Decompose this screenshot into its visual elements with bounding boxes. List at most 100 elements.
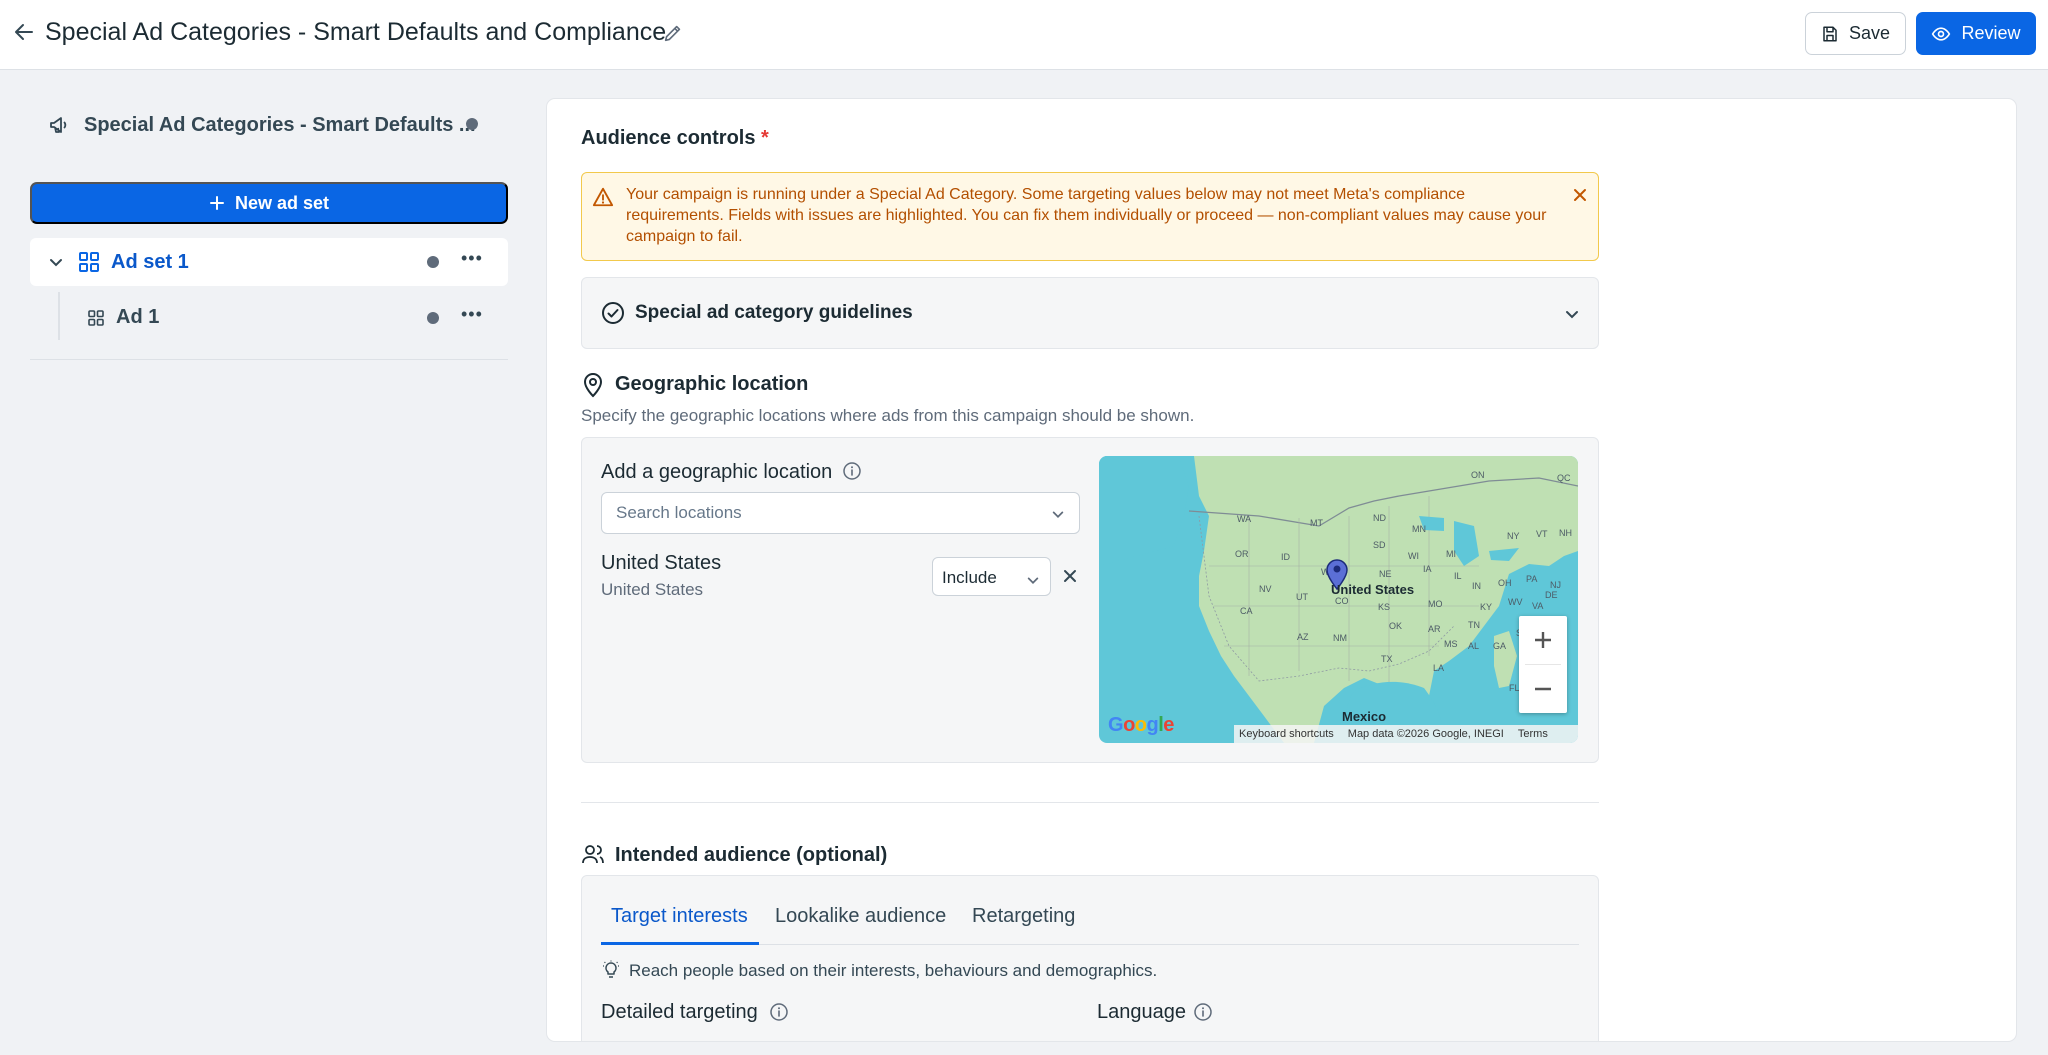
map-label: FL <box>1509 683 1520 693</box>
guidelines-accordion[interactable]: Special ad category guidelines <box>581 277 1599 349</box>
lightbulb-icon <box>601 960 621 985</box>
map-label: WI <box>1408 551 1419 561</box>
detailed-targeting-label: Detailed targeting <box>601 1001 758 1023</box>
map-attribution: Keyboard shortcuts Map data ©2026 Google… <box>1234 725 1578 743</box>
ad-set-status-dot <box>427 256 439 268</box>
audience-card: Audience controls * Your campaign is run… <box>546 98 2017 1042</box>
ad-set-item[interactable]: Ad set 1 ••• <box>30 238 508 286</box>
grid-icon <box>78 251 100 278</box>
ad-set-label: Ad set 1 <box>111 251 189 273</box>
compliance-alert: Your campaign is running under a Special… <box>581 172 1599 261</box>
map-label: MT <box>1310 518 1323 528</box>
close-icon[interactable] <box>1572 187 1588 208</box>
keyboard-shortcuts-link[interactable]: Keyboard shortcuts <box>1239 728 1334 740</box>
location-map[interactable]: ON QC WA MT ND MN OR ID SD WI MI NY VT N… <box>1099 456 1578 743</box>
tab-retargeting[interactable]: Retargeting <box>972 905 1075 928</box>
tab-target-interests[interactable]: Target interests <box>611 905 748 928</box>
required-mark: * <box>761 127 769 149</box>
search-locations-field[interactable] <box>601 492 1080 534</box>
map-label: LA <box>1433 663 1445 673</box>
map-label: CO <box>1335 596 1349 606</box>
map-label: AZ <box>1297 632 1309 642</box>
more-options-icon[interactable]: ••• <box>461 248 483 269</box>
map-label: NH <box>1559 528 1572 538</box>
section-divider <box>581 802 1599 803</box>
map-label: UT <box>1296 592 1308 602</box>
review-button[interactable]: Review <box>1916 12 2036 55</box>
map-label: TN <box>1468 620 1480 630</box>
users-icon <box>581 842 605 871</box>
map-label: OH <box>1498 578 1512 588</box>
include-value: Include <box>942 568 997 587</box>
map-label: GA <box>1493 641 1507 651</box>
map-label: ON <box>1471 470 1485 480</box>
language-label: Language <box>1097 1001 1186 1023</box>
info-icon[interactable] <box>769 1002 789 1027</box>
map-data-text: Map data ©2026 Google, INEGI <box>1347 728 1504 740</box>
campaign-name: Special Ad Categories - Smart Defaults .… <box>84 113 476 136</box>
map-label: IL <box>1454 571 1462 581</box>
intended-audience-title: Intended audience (optional) <box>615 844 888 866</box>
audience-controls-title: Audience controls * <box>581 127 769 149</box>
campaign-status-dot <box>466 118 478 130</box>
save-icon <box>1823 26 1837 41</box>
map-label: SD <box>1373 540 1386 550</box>
include-exclude-select[interactable]: Include <box>932 557 1051 596</box>
campaign-item[interactable]: Special Ad Categories - Smart Defaults .… <box>48 110 488 140</box>
info-icon[interactable] <box>1193 1002 1213 1027</box>
map-label: CA <box>1240 606 1253 616</box>
map-label: NY <box>1507 531 1520 541</box>
map-label: OR <box>1235 549 1249 559</box>
map-label: ID <box>1281 552 1290 562</box>
map-label: AL <box>1468 641 1480 651</box>
tab-lookalike-audience[interactable]: Lookalike audience <box>775 905 946 928</box>
map-label: AR <box>1428 624 1441 634</box>
location-subtitle: United States <box>601 580 704 599</box>
map-label: OK <box>1389 621 1403 631</box>
sidebar-divider <box>30 359 508 360</box>
map-label: ND <box>1373 513 1386 523</box>
add-geo-label: Add a geographic location <box>601 461 833 483</box>
google-logo: Google <box>1108 714 1174 736</box>
map-label: VT <box>1536 529 1548 539</box>
new-ad-set-button[interactable]: New ad set <box>30 182 508 224</box>
zoom-in-button[interactable] <box>1519 616 1567 664</box>
save-button[interactable]: Save <box>1805 12 1906 55</box>
remove-location-icon[interactable] <box>1062 568 1078 589</box>
map-label: QC <box>1557 473 1571 483</box>
map-label: WA <box>1237 514 1252 524</box>
back-arrow-icon[interactable] <box>12 20 36 44</box>
more-options-icon[interactable]: ••• <box>461 304 483 325</box>
search-locations-input[interactable] <box>603 494 1043 532</box>
active-tab-indicator <box>601 942 759 945</box>
map-label: NE <box>1379 569 1392 579</box>
plus-icon <box>209 196 224 210</box>
top-bar: Special Ad Categories - Smart Defaults a… <box>0 0 2048 70</box>
ad-status-dot <box>427 312 439 324</box>
save-label: Save <box>1848 23 1891 43</box>
info-icon[interactable] <box>842 461 862 486</box>
map-label: NJ <box>1550 580 1561 590</box>
location-name: United States <box>601 552 722 574</box>
chevron-down-icon <box>1564 306 1580 327</box>
map-label: KS <box>1378 602 1391 612</box>
ad-item[interactable]: Ad 1 ••• <box>30 294 508 340</box>
alert-text: Your campaign is running under a Special… <box>626 186 1547 245</box>
ad-label: Ad 1 <box>116 306 160 328</box>
terms-link[interactable]: Terms <box>1518 728 1548 740</box>
zoom-out-button[interactable] <box>1519 665 1567 713</box>
pencil-icon[interactable] <box>662 22 684 44</box>
page-title: Special Ad Categories - Smart Defaults a… <box>45 18 667 46</box>
review-label: Review <box>1961 23 2021 43</box>
check-circle-icon <box>601 301 625 330</box>
map-country-label: Mexico <box>1342 709 1387 724</box>
map-label: NV <box>1259 584 1272 594</box>
map-label: MI <box>1446 549 1456 559</box>
chevron-down-icon[interactable] <box>48 254 64 275</box>
chevron-down-icon[interactable] <box>1051 508 1065 527</box>
map-label: IA <box>1423 564 1432 574</box>
map-label: NM <box>1333 633 1347 643</box>
geo-description: Specify the geographic locations where a… <box>581 406 1195 425</box>
map-label: MN <box>1412 524 1426 534</box>
map-zoom-controls <box>1519 616 1567 713</box>
